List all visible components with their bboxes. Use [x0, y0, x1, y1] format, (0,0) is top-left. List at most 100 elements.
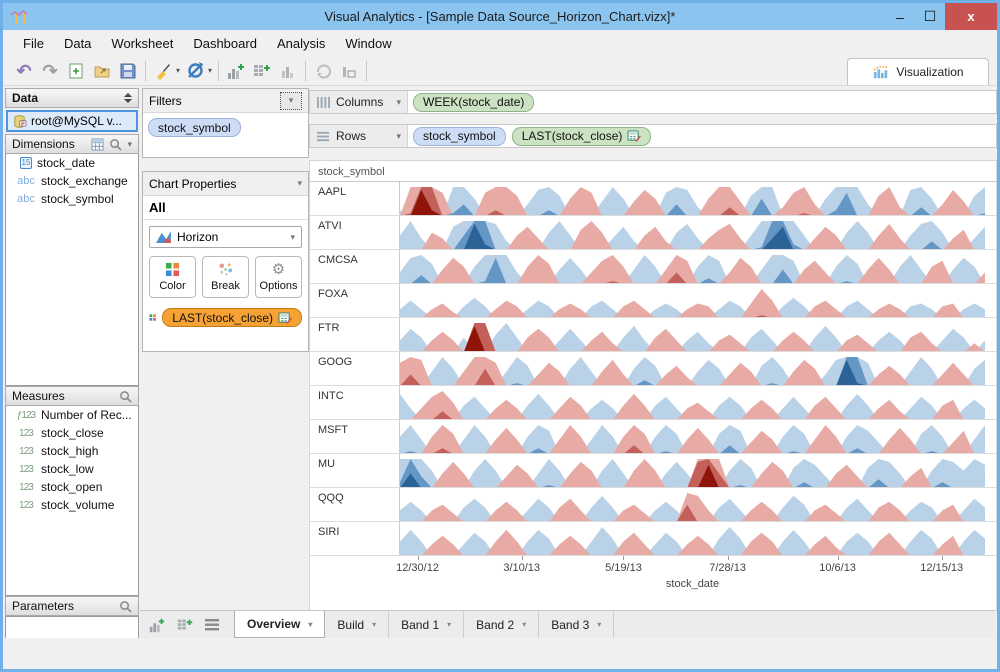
horizon-plot[interactable] [399, 352, 996, 385]
dimension-field[interactable]: abc stock_symbol [6, 190, 138, 208]
sheet-tab-caret[interactable]: ▾ [522, 620, 526, 629]
build-panel: Filters ▾ stock_symbol Chart Properties … [142, 88, 309, 641]
columns-shelf-label[interactable]: Columns ▾ [310, 91, 408, 113]
sheet-tab-caret[interactable]: ▾ [447, 620, 451, 629]
measure-field[interactable]: 123 stock_volume [6, 496, 138, 514]
sheet-tab[interactable]: Band 3 ▾ [539, 611, 615, 638]
rows-shelf-label[interactable]: Rows ▾ [310, 125, 408, 147]
parameters-list [5, 616, 139, 640]
pill-label: stock_symbol [158, 120, 231, 135]
x-tick-label: 7/28/13 [709, 562, 746, 574]
color-button-label: Color [159, 280, 186, 292]
dimensions-header[interactable]: Dimensions ▾ [5, 134, 139, 154]
maximize-button[interactable]: ☐ [915, 8, 945, 25]
x-tick [521, 556, 523, 560]
chart-row: FTR [310, 318, 996, 352]
menu-item[interactable]: Worksheet [101, 32, 183, 55]
horizon-plot[interactable] [399, 318, 996, 351]
shelf-pill[interactable]: LAST(stock_close) [511, 126, 652, 146]
shelf-pill[interactable]: WEEK(stock_date) [413, 92, 535, 112]
sheet-tab-caret[interactable]: ▾ [372, 620, 376, 629]
chart-row-label: ATVI [318, 220, 342, 232]
chart-type-select[interactable]: Horizon ▾ [149, 226, 302, 248]
add-crosstab-icon[interactable] [250, 59, 274, 83]
chart-row-label: QQQ [318, 492, 344, 504]
horizon-plot[interactable] [399, 216, 996, 249]
search-icon[interactable] [109, 138, 123, 151]
measure-field[interactable]: 123 stock_high [6, 442, 138, 460]
measure-field[interactable]: ƒ123 Number of Rec... [6, 406, 138, 424]
data-section-header[interactable]: Data [5, 88, 139, 108]
add-chart-icon[interactable] [224, 59, 248, 83]
save-icon[interactable] [116, 59, 140, 83]
table-icon[interactable] [91, 137, 105, 151]
new-sheet-icon[interactable] [64, 59, 88, 83]
sheet-tab[interactable]: Band 1 ▾ [389, 611, 465, 638]
horizon-plot[interactable] [399, 420, 996, 453]
add-crosstab-icon[interactable] [176, 616, 194, 634]
color-button[interactable]: Color [149, 256, 196, 298]
horizon-plot[interactable] [399, 250, 996, 283]
columns-caret[interactable]: ▾ [396, 97, 401, 108]
chart-row-label: MU [318, 458, 336, 470]
collapse-expand-icon[interactable] [124, 93, 132, 103]
open-icon[interactable] [90, 59, 114, 83]
sheet-tab[interactable]: Overview ▾ [234, 611, 326, 638]
chart-properties-panel: Chart Properties ▾ All Horizon ▾ Color B… [142, 171, 309, 352]
sheet-tab[interactable]: Build ▾ [325, 611, 390, 638]
filters-dropdown-button[interactable]: ▾ [280, 91, 302, 110]
dimensions-menu-caret[interactable]: ▾ [127, 139, 132, 150]
columns-label: Columns [336, 95, 384, 109]
filter-pill[interactable]: stock_symbol [148, 118, 241, 137]
horizon-plot[interactable] [399, 522, 996, 555]
add-chart-icon[interactable] [148, 616, 166, 634]
chart-type-value: Horizon [177, 230, 219, 244]
x-tick [417, 556, 419, 560]
visualization-label: Visualization [896, 65, 964, 79]
menu-item[interactable]: Dashboard [183, 32, 267, 55]
horizon-plot[interactable] [399, 284, 996, 317]
menu-item[interactable]: Analysis [267, 32, 335, 55]
measure-field[interactable]: 123 stock_close [6, 424, 138, 442]
chart-row: SIRI [310, 522, 996, 556]
filters-panel: Filters ▾ stock_symbol [142, 88, 309, 158]
search-icon[interactable] [119, 390, 132, 403]
measures-header[interactable]: Measures [5, 386, 139, 406]
search-icon[interactable] [119, 600, 132, 613]
horizon-plot[interactable] [399, 182, 996, 215]
visualization-tab[interactable]: Visualization [847, 58, 989, 85]
parameters-header[interactable]: Parameters [5, 596, 139, 616]
titlebar: Visual Analytics - [Sample Data Source_H… [3, 3, 997, 30]
dimension-field[interactable]: 15 stock_date [6, 154, 138, 172]
chart-properties-caret[interactable]: ▾ [297, 178, 302, 189]
redo-icon[interactable]: ↷ [38, 59, 62, 83]
sheet-list-icon[interactable] [204, 618, 220, 632]
break-button[interactable]: Break [202, 256, 249, 298]
minimize-button[interactable]: – [885, 9, 915, 25]
dimensions-list: 15 stock_date abc stock_exchange abc sto… [5, 154, 139, 386]
horizon-plot[interactable] [399, 488, 996, 521]
refresh-dropdown-caret[interactable]: ▾ [208, 66, 212, 75]
horizon-plot[interactable] [399, 386, 996, 419]
color-aesthetic-pill[interactable]: LAST(stock_close) [162, 308, 302, 327]
calculator-icon[interactable] [278, 311, 292, 324]
sheet-tab-caret[interactable]: ▾ [597, 620, 601, 629]
measure-field[interactable]: 123 stock_low [6, 460, 138, 478]
shelf-pill[interactable]: stock_symbol [413, 126, 506, 146]
options-button[interactable]: ⚙ Options [255, 256, 302, 298]
menu-item[interactable]: Data [54, 32, 101, 55]
datasource-item[interactable]: root@MySQL v... [6, 110, 138, 132]
measure-field[interactable]: 123 stock_open [6, 478, 138, 496]
dimension-field[interactable]: abc stock_exchange [6, 172, 138, 190]
close-button[interactable]: x [945, 3, 997, 30]
format-brush-icon[interactable] [151, 59, 175, 83]
menu-item[interactable]: File [13, 32, 54, 55]
menu-item[interactable]: Window [335, 32, 401, 55]
sheet-tab-caret[interactable]: ▾ [308, 620, 312, 629]
undo-icon[interactable]: ↶ [12, 59, 36, 83]
sheet-tab[interactable]: Band 2 ▾ [464, 611, 540, 638]
rows-caret[interactable]: ▾ [396, 131, 401, 142]
horizon-plot[interactable] [399, 454, 996, 487]
brush-dropdown-caret[interactable]: ▾ [176, 66, 180, 75]
refresh-icon[interactable] [183, 59, 207, 83]
